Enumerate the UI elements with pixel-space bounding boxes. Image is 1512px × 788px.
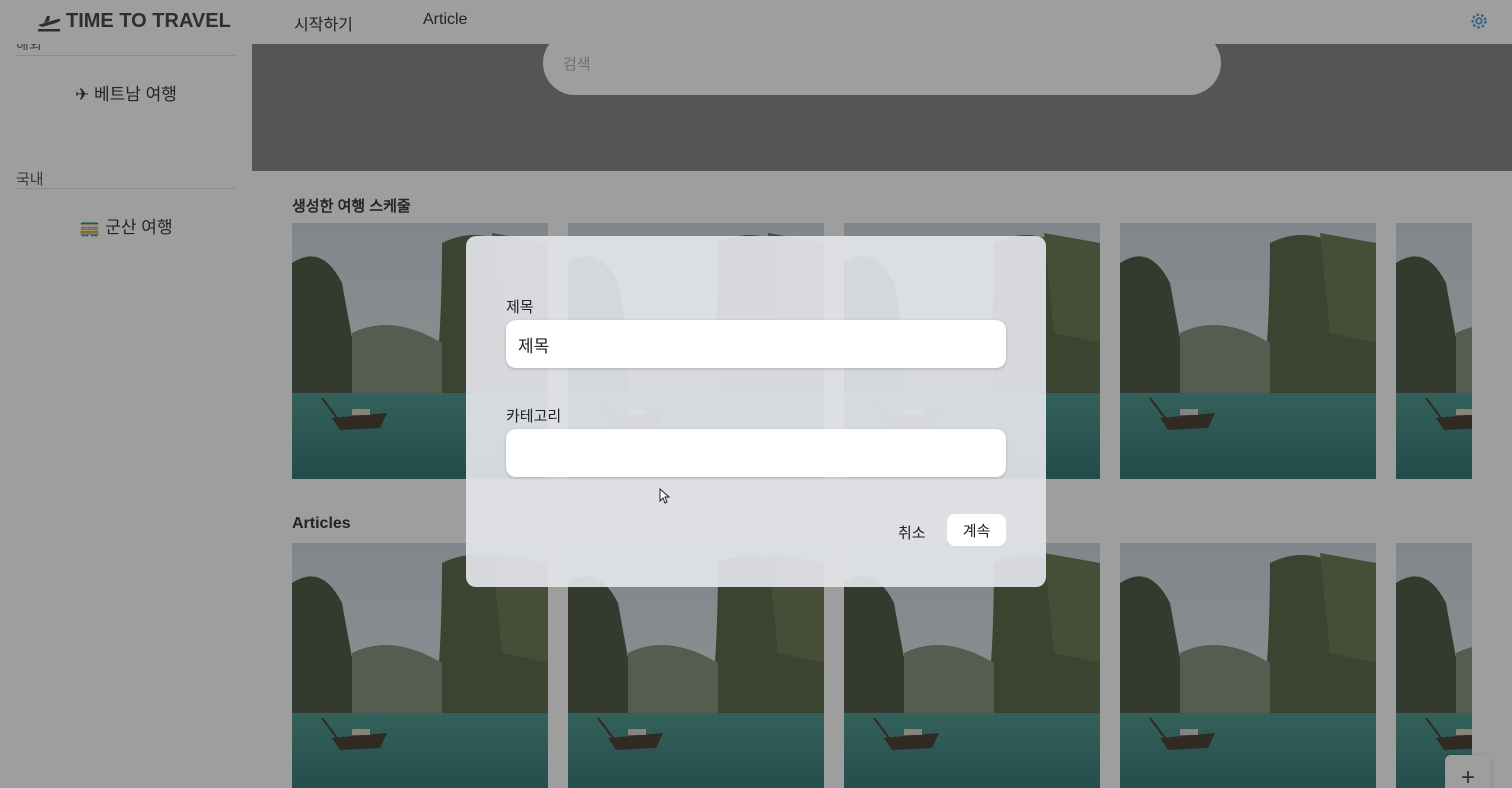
category-label: 카테고리 xyxy=(506,408,562,425)
cancel-button[interactable]: 취소 xyxy=(890,517,934,547)
title-field[interactable] xyxy=(506,320,1006,368)
title-label: 제목 xyxy=(506,299,534,316)
mouse-cursor-icon xyxy=(659,488,671,504)
create-dialog: 제목 카테고리 취소 계속 xyxy=(466,236,1046,587)
category-field[interactable] xyxy=(506,429,1006,477)
continue-button[interactable]: 계속 xyxy=(947,514,1006,546)
